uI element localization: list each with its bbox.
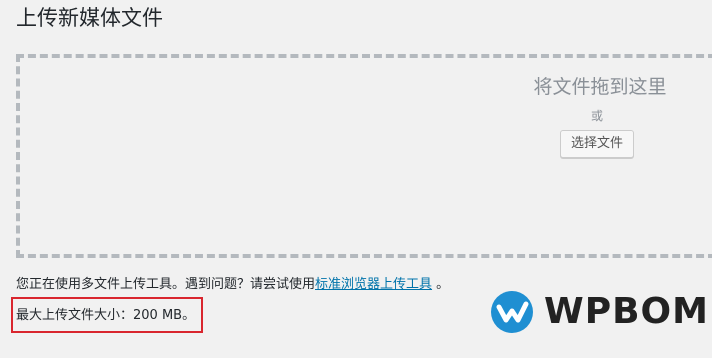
wpbom-brand-text: WPBOM (544, 291, 709, 332)
select-files-button[interactable]: 选择文件 (560, 130, 635, 158)
max-upload-size-text: 最大上传文件大小：200 MB。 (16, 308, 196, 323)
browser-uploader-link[interactable]: 标准浏览器上传工具 (315, 277, 432, 292)
drop-or-text: 或 (591, 109, 604, 123)
uploader-help-text: 您正在使用多文件上传工具。遇到问题？请尝试使用标准浏览器上传工具 。 (16, 276, 449, 294)
page-title: 上传新媒体文件 (16, 6, 163, 30)
wpbom-logo-icon (491, 291, 533, 333)
wpbom-brand: WPBOM (490, 290, 709, 334)
help-text-after-link: 。 (436, 277, 450, 292)
drop-instructions: 将文件拖到这里 (533, 76, 667, 98)
help-text-before-link: 您正在使用多文件上传工具。遇到问题？请尝试使用 (16, 277, 316, 292)
